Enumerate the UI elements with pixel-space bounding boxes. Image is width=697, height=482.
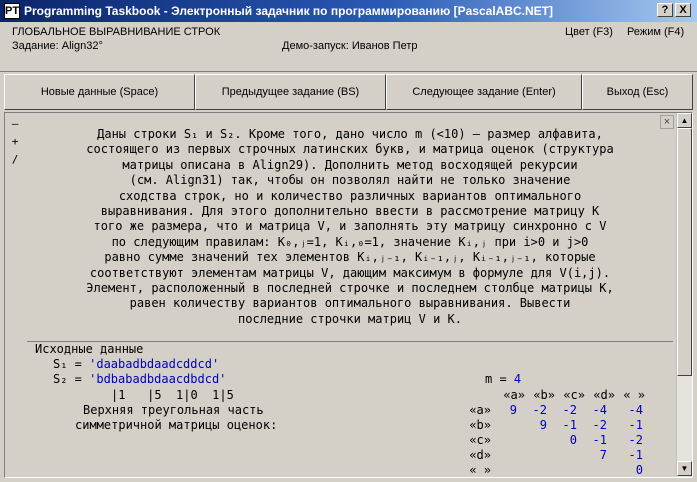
- task-line: по следующим правилам: K₀,ⱼ=1, Kᵢ,₀=1, з…: [111, 234, 589, 249]
- task-line: того же размера, что и матрица V, и запо…: [93, 219, 607, 234]
- matrix-row-header: « »: [469, 463, 491, 477]
- vertical-scrollbar[interactable]: ▲ ▼: [676, 113, 692, 477]
- scroll-up-icon[interactable]: ▲: [677, 113, 692, 128]
- matrix-cell: -2: [562, 403, 577, 417]
- task-description: Даны строки S₁ и S₂. Кроме того, дано чи…: [27, 127, 673, 327]
- matrix-cell: -1: [562, 418, 577, 432]
- matrix-cell: -1: [628, 418, 643, 432]
- matrix-cell: -1: [592, 433, 607, 447]
- matrix-col-header: «c»: [563, 388, 585, 402]
- s2-label: S₂ =: [53, 372, 90, 386]
- matrix-cell: 9: [539, 418, 547, 432]
- task-info-panel: ГЛОБАЛЬНОЕ ВЫРАВНИВАНИЕ СТРОК Задание: A…: [0, 22, 697, 72]
- matrix-col-header: «d»: [593, 388, 615, 402]
- matrix-cell: -4: [628, 403, 643, 417]
- m-value: 4: [513, 372, 522, 386]
- matrix-cell: -4: [592, 403, 607, 417]
- task-line: соответствуют элементам матрицы V, дающи…: [89, 265, 611, 280]
- position-ruler: |1 |5 1|0 1|5: [111, 388, 234, 402]
- m-label: m =: [485, 372, 514, 386]
- task-line: последние строчки матриц V и K.: [238, 311, 462, 326]
- matrix-row-header: «d»: [469, 448, 491, 462]
- matrix-cell: 0: [569, 433, 577, 447]
- task-line: сходства строк, но и количество различны…: [118, 188, 582, 203]
- matrix-cell: -2: [628, 433, 643, 447]
- matrix-row-header: «a»: [469, 403, 491, 417]
- next-task-button[interactable]: Следующее задание (Enter): [386, 74, 582, 110]
- s2-line: S₂ = 'bdbabadbdaacdbdcd': [53, 372, 226, 386]
- app-icon: PT: [4, 3, 20, 19]
- color-button[interactable]: Цвет (F3): [565, 26, 613, 38]
- matrix-cell: -2: [592, 418, 607, 432]
- matrix-cell: 9: [509, 403, 517, 417]
- m-line: m = 4: [485, 372, 521, 386]
- task-line: равно сумме значений тех элементов Kᵢ,ⱼ₋…: [104, 250, 596, 265]
- task-line: Элемент, расположенный в последней строч…: [86, 281, 614, 296]
- matrix-col-header: « »: [623, 388, 645, 402]
- matrix-col-header: «b»: [533, 388, 555, 402]
- task-line: матрицы описана в Align29). Дополнить ме…: [122, 157, 578, 172]
- s1-value: 'daabadbdaadcddcd': [89, 357, 220, 371]
- matrix-cell: 7: [599, 448, 607, 462]
- matrix-cell: 0: [635, 463, 643, 477]
- matrix-description-2: симметричной матрицы оценок:: [75, 418, 278, 432]
- help-button[interactable]: ?: [657, 3, 673, 17]
- task-line: выравнивания. Для этого дополнительно вв…: [100, 204, 600, 219]
- matrix-row-header: «c»: [469, 433, 491, 447]
- task-line: состоящего из первых строчных латинских …: [86, 142, 614, 157]
- scroll-thumb[interactable]: [677, 128, 692, 376]
- task-name: Задание: Align32°: [12, 40, 103, 52]
- task-line: Даны строки S₁ и S₂. Кроме того, дано чи…: [97, 127, 603, 141]
- demo-label: Демо-запуск: Иванов Петр: [282, 40, 418, 52]
- new-data-button[interactable]: Новые данные (Space): [4, 74, 195, 110]
- matrix-row-header: «b»: [469, 418, 491, 432]
- matrix-cell: -2: [532, 403, 547, 417]
- input-header: Исходные данные: [35, 342, 144, 356]
- scroll-down-icon[interactable]: ▼: [677, 461, 692, 476]
- window-title: Programming Taskbook - Электронный задач…: [24, 4, 553, 18]
- zoom-out-button[interactable]: –: [8, 117, 22, 131]
- s1-line: S₁ = 'daabadbdaadcddcd': [53, 357, 219, 371]
- matrix-col-header: «a»: [503, 388, 525, 402]
- task-line: (см. Align31) так, чтобы он позволял най…: [129, 173, 571, 188]
- previous-task-button[interactable]: Предыдущее задание (BS): [195, 74, 386, 110]
- s2-value: 'bdbabadbdaacdbdcd': [89, 372, 227, 386]
- title-bar: PT Programming Taskbook - Электронный за…: [0, 0, 697, 22]
- close-window-button[interactable]: X: [675, 3, 691, 17]
- zoom-in-button[interactable]: +: [8, 135, 22, 149]
- exit-button[interactable]: Выход (Esc): [582, 74, 693, 110]
- mode-button[interactable]: Режим (F4): [627, 26, 684, 38]
- matrix-cell: -1: [628, 448, 643, 462]
- s1-label: S₁ =: [53, 357, 90, 371]
- task-panel: – + / × Даны строки S₁ и S₂. Кроме того,…: [4, 112, 693, 478]
- toggle-view-button[interactable]: /: [8, 153, 22, 167]
- matrix-description-1: Верхняя треугольная часть: [83, 403, 264, 417]
- task-line: равен количеству вариантов оптимального …: [129, 296, 571, 311]
- toolbar: Новые данные (Space) Предыдущее задание …: [0, 74, 697, 110]
- section-title: ГЛОБАЛЬНОЕ ВЫРАВНИВАНИЕ СТРОК: [12, 26, 221, 38]
